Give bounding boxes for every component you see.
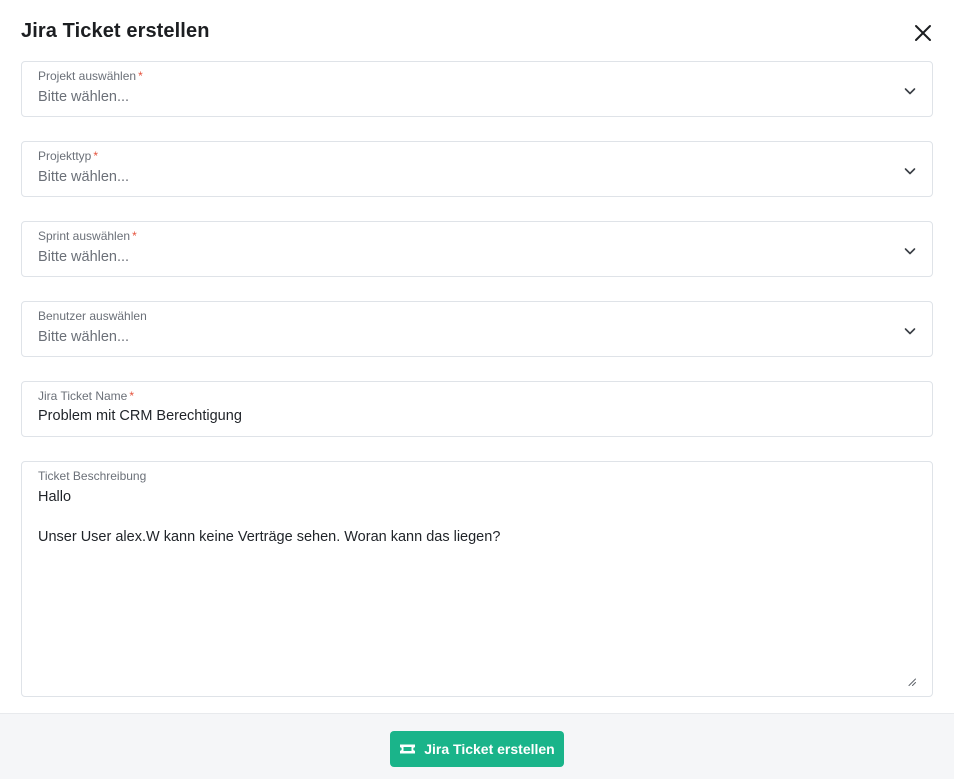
- required-marker: *: [132, 229, 137, 243]
- sprint-select-value: Bitte wählen...: [38, 249, 130, 265]
- ticket-description-field[interactable]: Ticket Beschreibung Hallo Unser User ale…: [21, 461, 933, 697]
- create-ticket-button[interactable]: Jira Ticket erstellen: [390, 731, 564, 767]
- project-type-select[interactable]: Projekttyp * Bitte wählen...: [21, 141, 933, 197]
- chevron-down-icon: [904, 88, 916, 95]
- ticket-description-label: Ticket Beschreibung: [38, 469, 147, 483]
- project-select-label: Projekt auswählen *: [38, 69, 143, 83]
- required-marker: *: [129, 389, 135, 403]
- ticket-name-field[interactable]: Jira Ticket Name * Problem mit CRM Berech…: [21, 381, 933, 437]
- project-type-select-value: Bitte wählen...: [38, 169, 130, 185]
- close-button[interactable]: [910, 20, 936, 46]
- sprint-select-label: Sprint auswählen *: [38, 229, 137, 243]
- dialog-footer: Jira Ticket erstellen: [0, 713, 954, 779]
- project-type-select-label: Projekttyp *: [38, 149, 99, 163]
- user-select-label: Benutzer auswählen: [38, 309, 147, 323]
- close-icon: [915, 25, 931, 41]
- user-select-value: Bitte wählen...: [38, 329, 130, 345]
- ticket-name-value: Problem mit CRM Berechtigung: [38, 408, 242, 424]
- resize-handle-icon[interactable]: [907, 677, 916, 686]
- ticket-description-text: Hallo Unser User alex.W kann keine Vertr…: [38, 489, 501, 545]
- ticket-name-label: Jira Ticket Name *: [38, 389, 135, 403]
- required-marker: *: [93, 149, 99, 163]
- ticket-icon: [400, 744, 416, 754]
- chevron-down-icon: [904, 168, 916, 175]
- create-ticket-button-label: Jira Ticket erstellen: [424, 741, 555, 757]
- sprint-select[interactable]: Sprint auswählen * Bitte wählen...: [21, 221, 933, 277]
- chevron-down-icon: [904, 328, 916, 335]
- dialog-header: Jira Ticket erstellen: [0, 0, 954, 62]
- jira-ticket-dialog: Jira Ticket erstellen Projekt auswählen *…: [0, 0, 954, 779]
- user-select[interactable]: Benutzer auswählen Bitte wählen...: [21, 301, 933, 357]
- dialog-title: Jira Ticket erstellen: [21, 20, 210, 42]
- required-marker: *: [138, 69, 143, 83]
- project-select-value: Bitte wählen...: [38, 89, 130, 105]
- project-select[interactable]: Projekt auswählen * Bitte wählen...: [21, 61, 933, 117]
- chevron-down-icon: [904, 248, 916, 255]
